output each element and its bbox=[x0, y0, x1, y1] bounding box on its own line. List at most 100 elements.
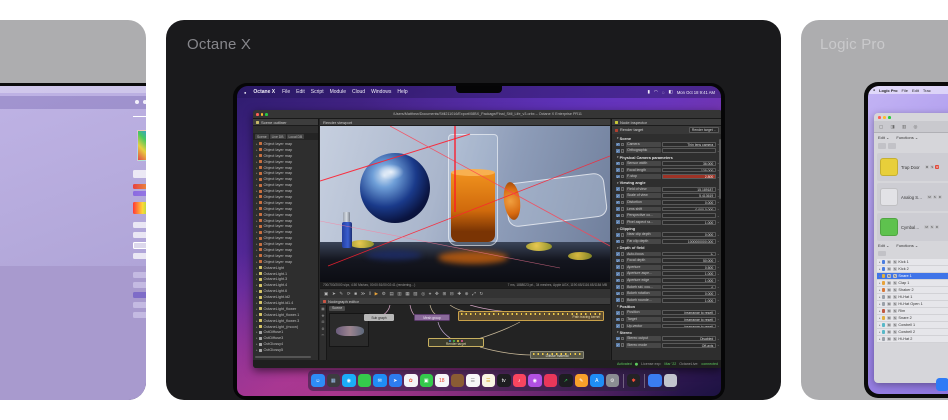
menu-app-name[interactable]: Logic Pro bbox=[879, 88, 897, 93]
solo-button[interactable]: S bbox=[893, 274, 897, 278]
system-preferences-icon[interactable]: ⚙ bbox=[606, 374, 620, 388]
slider-track[interactable] bbox=[133, 116, 146, 117]
parameter-value[interactable]: 0.000 bbox=[662, 200, 716, 205]
octane-card[interactable]: Octane X ● Octane X FileEditScriptModule… bbox=[166, 20, 781, 400]
inspector-target-row[interactable]: Render target Render target⌄ bbox=[612, 126, 721, 134]
mute-button[interactable]: M bbox=[887, 288, 892, 292]
layer-grid-icon[interactable]: ▦ bbox=[405, 291, 409, 297]
checkbox-icon[interactable]: ✓ bbox=[616, 343, 620, 347]
menu-item[interactable]: Edit bbox=[296, 89, 305, 95]
drum-row[interactable]: ▸ M S Hi-Hat 2 bbox=[877, 336, 948, 343]
app-brown-icon[interactable] bbox=[451, 374, 465, 388]
functions-menu[interactable]: Functions ⌄ bbox=[896, 243, 918, 248]
twisty-icon[interactable]: ▸ bbox=[256, 160, 258, 164]
nodegraph-minimap[interactable] bbox=[329, 313, 369, 347]
node-swatch[interactable] bbox=[621, 252, 625, 256]
checkbox-icon[interactable]: ✓ bbox=[616, 240, 620, 244]
parameter-value[interactable]: 1.000 bbox=[662, 278, 716, 283]
parameter-value[interactable]: 0.000 0.000 bbox=[662, 207, 716, 212]
target-icon[interactable]: ⊕ bbox=[465, 291, 469, 297]
solo-button[interactable]: S bbox=[930, 225, 934, 229]
solo-button[interactable]: S bbox=[893, 288, 897, 292]
checkbox-icon[interactable]: ✓ bbox=[616, 265, 620, 269]
octane-x-dock-icon[interactable]: ✱ bbox=[627, 374, 641, 388]
photos-icon[interactable]: ✿ bbox=[404, 374, 418, 388]
checkbox-icon[interactable]: ✓ bbox=[616, 272, 620, 276]
mute-button[interactable]: M bbox=[887, 302, 892, 306]
stepper-icon[interactable]: ⌄ bbox=[717, 292, 720, 296]
checkbox-icon[interactable]: ✓ bbox=[616, 324, 620, 328]
twisty-icon[interactable]: ▸ bbox=[256, 283, 258, 287]
library-button[interactable] bbox=[888, 143, 896, 149]
nodegraph-editor[interactable]: ▦ ✥ ⊞ ⚙ ✂ Scene Sub graph Mesh group bbox=[320, 305, 610, 360]
panel-row[interactable] bbox=[133, 253, 146, 259]
node-swatch[interactable] bbox=[621, 175, 625, 179]
camera-icon[interactable]: ▣ bbox=[324, 291, 328, 297]
parameter-value[interactable]: 2.800 bbox=[662, 174, 716, 179]
drum-row[interactable]: ▸ M S Clap 1 bbox=[877, 280, 948, 287]
stop-icon[interactable]: ■ bbox=[354, 291, 357, 296]
menu-item[interactable]: File bbox=[902, 88, 908, 93]
checkbox-icon[interactable]: ✓ bbox=[616, 168, 620, 172]
stepper-icon[interactable]: ⌄ bbox=[717, 265, 720, 269]
logic-pro-card[interactable]: Logic Pro ● Logic Pro FileEditTrac ▢ ◨ ▥… bbox=[801, 20, 948, 400]
layer-shade-icon[interactable]: ▧ bbox=[413, 291, 417, 297]
stepper-icon[interactable]: ⌄ bbox=[717, 200, 720, 204]
node-swatch[interactable] bbox=[621, 285, 625, 289]
mute-button[interactable]: M bbox=[887, 323, 892, 327]
parameter-value[interactable]: 15.189187 bbox=[662, 187, 716, 192]
stepper-icon[interactable]: ⌄ bbox=[717, 252, 720, 256]
parameter-value[interactable]: (rearrange to reset) bbox=[662, 310, 716, 315]
parameter-value[interactable] bbox=[662, 213, 716, 218]
twisty-icon[interactable]: ▸ bbox=[256, 307, 258, 311]
twisty-icon[interactable]: ▸ bbox=[256, 248, 258, 252]
twisty-icon[interactable]: ▸ bbox=[256, 148, 258, 152]
pause-icon[interactable]: ‖ bbox=[369, 291, 371, 296]
functions-menu[interactable]: Functions ⌄ bbox=[896, 135, 918, 140]
toolbar-glyphs[interactable]: ▢ ◨ ▥ ◎ bbox=[879, 124, 920, 130]
record-button[interactable]: R bbox=[935, 225, 939, 229]
twisty-icon[interactable]: ▸ bbox=[256, 195, 258, 199]
node-swatch[interactable] bbox=[621, 311, 625, 315]
parameter-value[interactable]: 36.000 bbox=[662, 161, 716, 166]
segmented-control[interactable] bbox=[133, 242, 146, 249]
node-swatch[interactable] bbox=[621, 214, 625, 218]
node-swatch[interactable] bbox=[621, 298, 625, 302]
twisty-icon[interactable]: ▸ bbox=[256, 348, 258, 352]
app-store-icon[interactable]: A bbox=[590, 374, 604, 388]
parameter-value[interactable]: 1000000000.000 bbox=[662, 239, 716, 244]
checkbox-icon[interactable]: ✓ bbox=[616, 214, 620, 218]
mute-button[interactable]: M bbox=[887, 281, 892, 285]
twisty-icon[interactable]: ▸ bbox=[256, 336, 258, 340]
mute-button[interactable]: M bbox=[924, 225, 929, 229]
node-swatch[interactable] bbox=[621, 149, 625, 153]
drum-row[interactable]: ▸ M S Rim bbox=[877, 308, 948, 315]
stepper-icon[interactable]: ⌄ bbox=[717, 337, 720, 341]
twisty-icon[interactable]: ▸ bbox=[256, 313, 258, 317]
drum-row[interactable]: ▸ M S Kick 1 bbox=[877, 259, 948, 266]
skip-icon[interactable]: ≫ bbox=[361, 291, 366, 297]
launchpad-icon[interactable]: ▦ bbox=[327, 374, 341, 388]
record-button[interactable]: R bbox=[938, 195, 942, 199]
drum-row[interactable]: ▸ M S Shaker 2 bbox=[877, 287, 948, 294]
stepper-icon[interactable]: ⌄ bbox=[717, 278, 720, 282]
twisty-icon[interactable]: ▸ bbox=[256, 189, 258, 193]
notes-icon[interactable]: ☰ bbox=[482, 374, 496, 388]
stepper-icon[interactable]: ⌄ bbox=[717, 239, 720, 243]
mute-button[interactable]: M bbox=[887, 337, 892, 341]
twisty-icon[interactable]: ▸ bbox=[256, 213, 258, 217]
menu-item[interactable]: Trac bbox=[923, 88, 931, 93]
region-add-icon[interactable]: ⊞ bbox=[442, 291, 446, 297]
stepper-icon[interactable]: ⌄ bbox=[717, 259, 720, 263]
node-render-target[interactable]: Render target bbox=[428, 338, 484, 347]
solo-button[interactable]: S bbox=[893, 309, 897, 313]
stepper-icon[interactable]: ⌄ bbox=[717, 233, 720, 237]
add-icon[interactable]: ✚ bbox=[457, 291, 461, 297]
parameter-value[interactable]: 0.000 bbox=[662, 232, 716, 237]
twisty-icon[interactable]: ▸ bbox=[256, 272, 258, 276]
node-swatch[interactable] bbox=[621, 168, 625, 172]
record-button[interactable]: R bbox=[935, 165, 939, 169]
podcasts-icon[interactable]: ◉ bbox=[528, 374, 542, 388]
twisty-icon[interactable]: ▸ bbox=[256, 171, 258, 175]
vertical-scrollbar[interactable] bbox=[719, 139, 721, 199]
